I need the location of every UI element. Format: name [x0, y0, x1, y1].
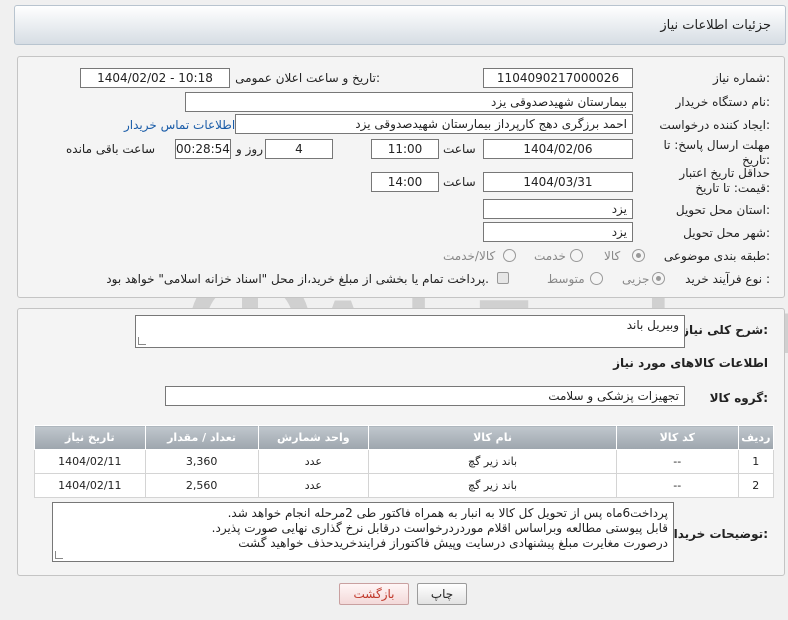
- items-table-wrap: ردیف کد کالا نام کالا واحد شمارش تعداد /…: [34, 425, 775, 498]
- province-field: یزد: [483, 199, 633, 219]
- col-unit-header: واحد شمارش: [257, 425, 370, 450]
- validity-time-label: ساعت: [443, 175, 476, 189]
- process-radio-minor[interactable]: [652, 272, 665, 285]
- treasury-checkbox[interactable]: [497, 272, 509, 284]
- announce-field: 1404/02/02 - 10:18: [80, 68, 230, 88]
- row-number: 2: [737, 473, 775, 498]
- category-option-service: خدمت: [534, 249, 566, 263]
- item-need-date: 1404/02/11: [34, 449, 146, 474]
- page-header: جزئیات اطلاعات نیاز: [14, 5, 786, 45]
- buyer-org-label: نام دستگاه خریدار:: [675, 95, 771, 109]
- need-number-field: 1104090217000026: [483, 68, 633, 88]
- col-date-header: تاریخ نیاز: [34, 425, 146, 450]
- table-row[interactable]: 1 -- باند زیر گچ عدد 3,360 1404/02/11: [34, 449, 775, 474]
- city-field: یزد: [483, 222, 633, 242]
- process-label: نوع فرآیند خرید :: [685, 272, 770, 286]
- item-unit: عدد: [257, 473, 370, 498]
- buyer-notes-field: پرداخت6ماه پس از تحویل کل کالا به انبار …: [52, 502, 674, 562]
- col-name-header: نام کالا: [368, 425, 617, 450]
- item-name: باند زیر گچ: [368, 449, 617, 474]
- validity-label-text: حداقل تاریخ اعتبار قیمت: تا تاریخ:: [679, 166, 770, 195]
- row-number: 1: [737, 449, 775, 474]
- notes-resize-handle[interactable]: [55, 551, 63, 559]
- category-radio-service[interactable]: [570, 249, 583, 262]
- process-radio-medium[interactable]: [590, 272, 603, 285]
- table-header-row: ردیف کد کالا نام کالا واحد شمارش تعداد /…: [34, 425, 775, 450]
- print-button[interactable]: چاپ: [417, 583, 467, 605]
- category-option-goods: کالا: [604, 249, 621, 263]
- item-name: باند زیر گچ: [368, 473, 617, 498]
- item-code: --: [615, 449, 739, 474]
- category-radio-both[interactable]: [503, 249, 516, 262]
- group-field: تجهیزات پزشکی و سلامت: [165, 386, 685, 406]
- deadline-time-field: 11:00: [371, 139, 439, 159]
- item-code: --: [615, 473, 739, 498]
- group-label: گروه کالا:: [709, 391, 768, 405]
- buyer-contact-link[interactable]: اطلاعات تماس خریدار: [124, 118, 235, 132]
- category-label: طبقه بندی موضوعی:: [663, 249, 770, 263]
- item-quantity: 3,360: [144, 449, 259, 474]
- city-label: شهر محل تحویل:: [683, 226, 770, 240]
- col-code-header: کد کالا: [615, 425, 739, 450]
- process-option-minor: جزیی: [622, 272, 650, 286]
- deadline-time-label: ساعت: [443, 142, 476, 156]
- col-row-header: ردیف: [737, 425, 775, 450]
- deadline-date-field: 1404/02/06: [483, 139, 633, 159]
- validity-date-field: 1404/03/31: [483, 172, 633, 192]
- need-number-label: شماره نیاز:: [712, 71, 770, 85]
- summary-label: شرح کلی نیاز:: [682, 323, 768, 337]
- deadline-label: مهلت ارسال پاسخ: تا تاریخ:: [660, 138, 770, 168]
- category-option-both: کالا/خدمت: [443, 249, 496, 263]
- item-unit: عدد: [257, 449, 370, 474]
- buyer-notes-line: قابل پیوستی مطالعه وبراساس اقلام موردردر…: [211, 521, 668, 535]
- creator-field: احمد برزگری دهج کارپرداز بیمارستان شهیدص…: [235, 114, 633, 134]
- province-label: استان محل تحویل:: [675, 203, 770, 217]
- summary-resize-handle[interactable]: [138, 337, 146, 345]
- process-option-medium: متوسط: [547, 272, 585, 286]
- buyer-notes-line: درصورت مغایرت مبلغ پیشنهادی درسایت وپیش …: [238, 536, 668, 550]
- days-label: روز و: [236, 142, 263, 156]
- col-qty-header: تعداد / مقدار: [144, 425, 259, 450]
- goods-info-title: اطلاعات کالاهای مورد نیاز: [613, 356, 768, 370]
- item-need-date: 1404/02/11: [34, 473, 146, 498]
- item-quantity: 2,560: [144, 473, 259, 498]
- deadline-label-text: مهلت ارسال پاسخ: تا تاریخ:: [663, 138, 770, 167]
- remaining-time-field: 00:28:54: [175, 139, 231, 159]
- buyer-notes-line: پرداخت6ماه پس از تحویل کل کالا به انبار …: [227, 506, 668, 520]
- table-row[interactable]: 2 -- باند زیر گچ عدد 2,560 1404/02/11: [34, 473, 775, 498]
- back-button[interactable]: بازگشت: [339, 583, 409, 605]
- remaining-label: ساعت باقی مانده: [66, 142, 156, 156]
- buyer-org-field: بیمارستان شهیدصدوقی یزد: [185, 92, 633, 112]
- summary-field: وبیریل باند: [135, 315, 685, 348]
- buyer-notes-label: توضیحات خریدار:: [666, 527, 768, 541]
- validity-label: حداقل تاریخ اعتبار قیمت: تا تاریخ:: [650, 166, 770, 196]
- treasury-note: پرداخت تمام یا بخشی از مبلغ خرید،از محل …: [106, 272, 489, 286]
- page-title: جزئیات اطلاعات نیاز: [660, 18, 771, 33]
- announce-label: تاریخ و ساعت اعلان عمومی:: [235, 71, 380, 85]
- items-table: ردیف کد کالا نام کالا واحد شمارش تعداد /…: [34, 425, 775, 498]
- remaining-days-field: 4: [265, 139, 333, 159]
- validity-time-field: 14:00: [371, 172, 439, 192]
- category-radio-goods[interactable]: [632, 249, 645, 262]
- creator-label: ایجاد کننده درخواست:: [659, 118, 770, 132]
- summary-text: وبیریل باند: [626, 318, 679, 332]
